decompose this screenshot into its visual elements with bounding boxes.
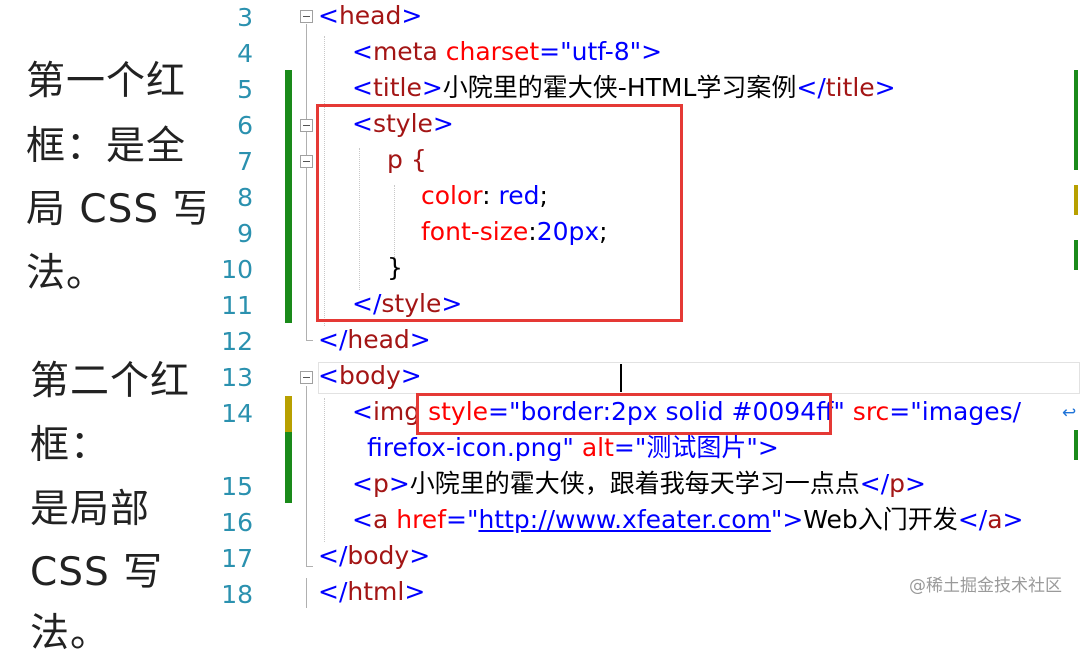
line-number: 12 (221, 327, 253, 356)
code-line-15[interactable]: <p>小院里的霍大侠，跟着我每天学习一点点</p> (352, 468, 926, 500)
fold-guide (306, 566, 313, 567)
highlight-box-inline-css (416, 393, 832, 435)
note-line: 法。 (30, 611, 111, 656)
line-number: 18 (221, 580, 253, 609)
line-number-gutter: 3 4 5 6 7 8 9 10 11 12 13 14 15 16 17 18 (205, 0, 263, 609)
note-line: 第二个红 (30, 359, 191, 404)
code-editor[interactable]: 3 4 5 6 7 8 9 10 11 12 13 14 15 16 17 18… (205, 0, 1080, 609)
note-line: CSS 写 (30, 550, 164, 595)
note-line: 法。 (26, 251, 107, 296)
line-number: 9 (237, 219, 253, 248)
highlight-box-global-css (316, 104, 683, 322)
code-line-5[interactable]: <title>小院里的霍大侠-HTML学习案例</title> (352, 72, 896, 104)
fold-guide (306, 386, 307, 566)
line-number: 5 (237, 75, 253, 104)
fold-guide (306, 24, 307, 340)
fold-toggle-icon[interactable] (300, 371, 313, 384)
change-indicator-unsaved (285, 396, 292, 432)
explanation-notes: 第一个红 框：是全 局 CSS 写 法。 第二个红 框： 是局部 CSS 写 法… (0, 0, 212, 656)
line-number: 11 (221, 291, 253, 320)
note-line: 是局部 (30, 487, 151, 532)
change-indicator-saved (285, 70, 292, 323)
indent-guide (324, 398, 325, 542)
line-number: 7 (237, 147, 253, 176)
current-line-highlight (318, 362, 1080, 394)
code-line-4[interactable]: <meta charset="utf-8"> (352, 36, 662, 68)
line-number: 3 (237, 3, 253, 32)
overview-mark (1074, 430, 1078, 460)
code-line-12[interactable]: </head> (318, 324, 431, 356)
line-number: 8 (237, 183, 253, 212)
code-line-13[interactable]: <body> (318, 360, 422, 392)
text-caret (620, 364, 622, 392)
line-number: 16 (221, 508, 253, 537)
code-line-14-wrapped[interactable]: firefox-icon.png" alt="测试图片"> (367, 432, 779, 464)
overview-mark (1074, 240, 1078, 270)
line-number: 17 (221, 544, 253, 573)
code-line-16[interactable]: <a href="http://www.xfeater.com">Web入门开发… (352, 504, 1023, 536)
line-number: 13 (221, 363, 253, 392)
line-number: 15 (221, 472, 253, 501)
overview-mark (1074, 185, 1078, 215)
code-line-3[interactable]: <head> (318, 0, 422, 32)
fold-guide (306, 340, 313, 341)
watermark: @稀土掘金技术社区 (909, 576, 1062, 596)
code-line-18[interactable]: </html> (318, 576, 425, 608)
fold-toggle-icon[interactable] (300, 119, 313, 132)
line-number: 4 (237, 39, 253, 68)
line-number: 10 (221, 255, 253, 284)
note-line: 第一个红 (26, 59, 187, 104)
note-line: 局 CSS 写 (26, 187, 213, 232)
change-indicator-saved (285, 432, 292, 503)
word-wrap-icon: ↩ (1062, 403, 1077, 423)
line-number: 6 (237, 111, 253, 140)
fold-toggle-icon[interactable] (300, 155, 313, 168)
line-number: 14 (221, 399, 253, 428)
note-line: 框： (30, 423, 111, 468)
fold-toggle-icon[interactable] (300, 10, 313, 23)
overview-mark (1074, 70, 1078, 170)
code-line-17[interactable]: </body> (318, 540, 430, 572)
note-line: 框：是全 (26, 124, 187, 169)
fold-guide (306, 578, 307, 608)
code-link[interactable]: http://www.xfeater.com (478, 505, 770, 534)
